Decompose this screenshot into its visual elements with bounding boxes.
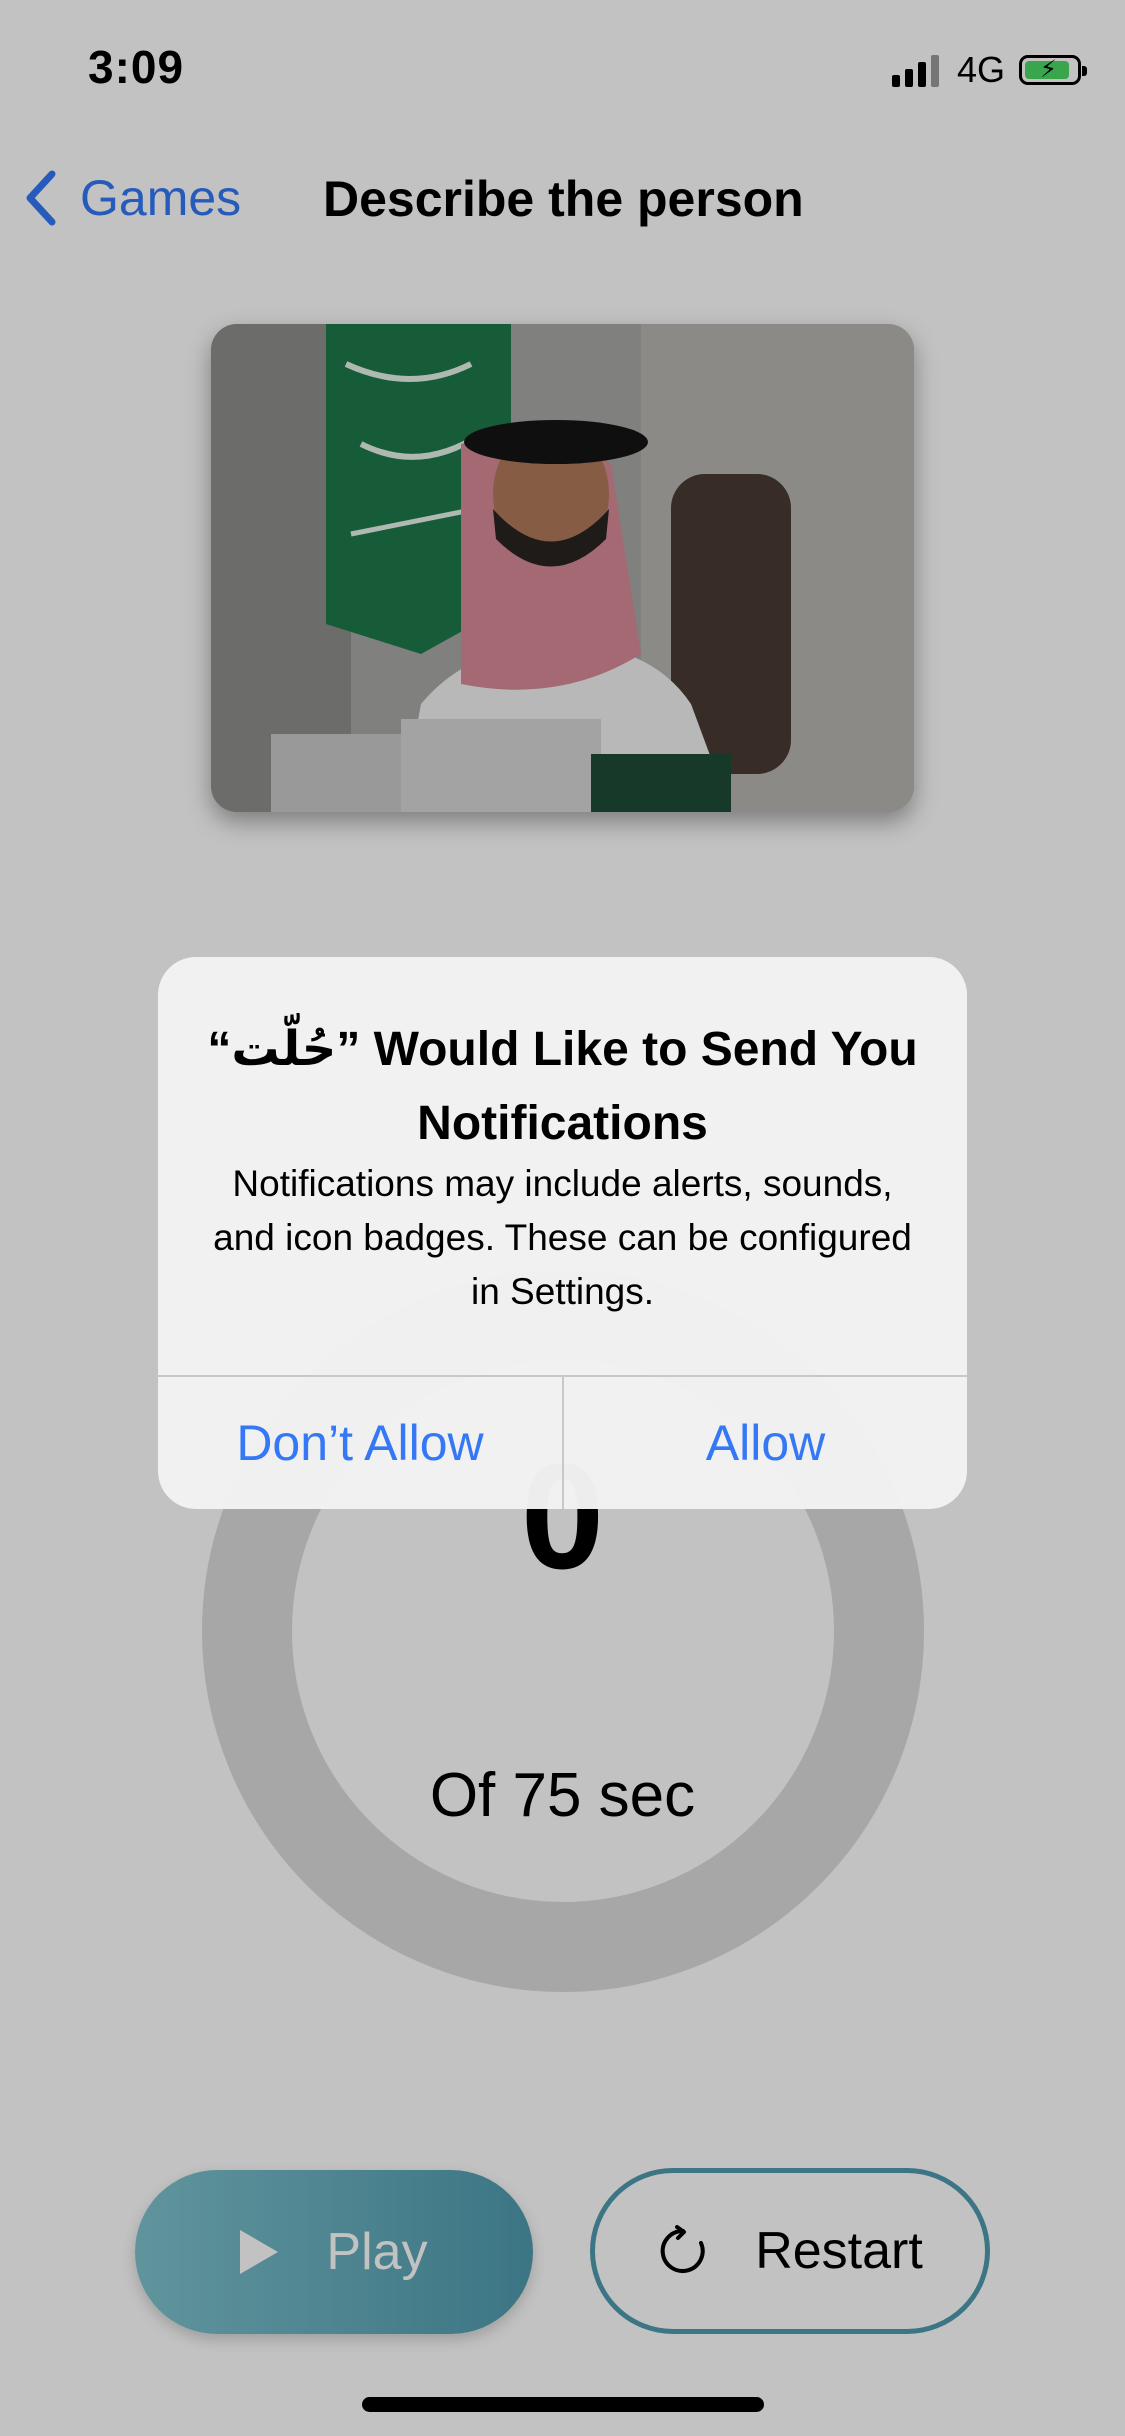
dont-allow-button[interactable]: Don’t Allow (158, 1377, 562, 1509)
app-screen: 3:09 4G ⚡ Games Describe the person 0 Of… (0, 0, 1125, 2436)
notification-permission-alert: “حُلّت” Would Like to Send You Notificat… (158, 957, 967, 1509)
allow-button[interactable]: Allow (564, 1377, 967, 1509)
alert-message: Notifications may include alerts, sounds… (213, 1163, 912, 1312)
alert-title: “حُلّت” Would Like to Send You Notificat… (207, 1023, 918, 1150)
